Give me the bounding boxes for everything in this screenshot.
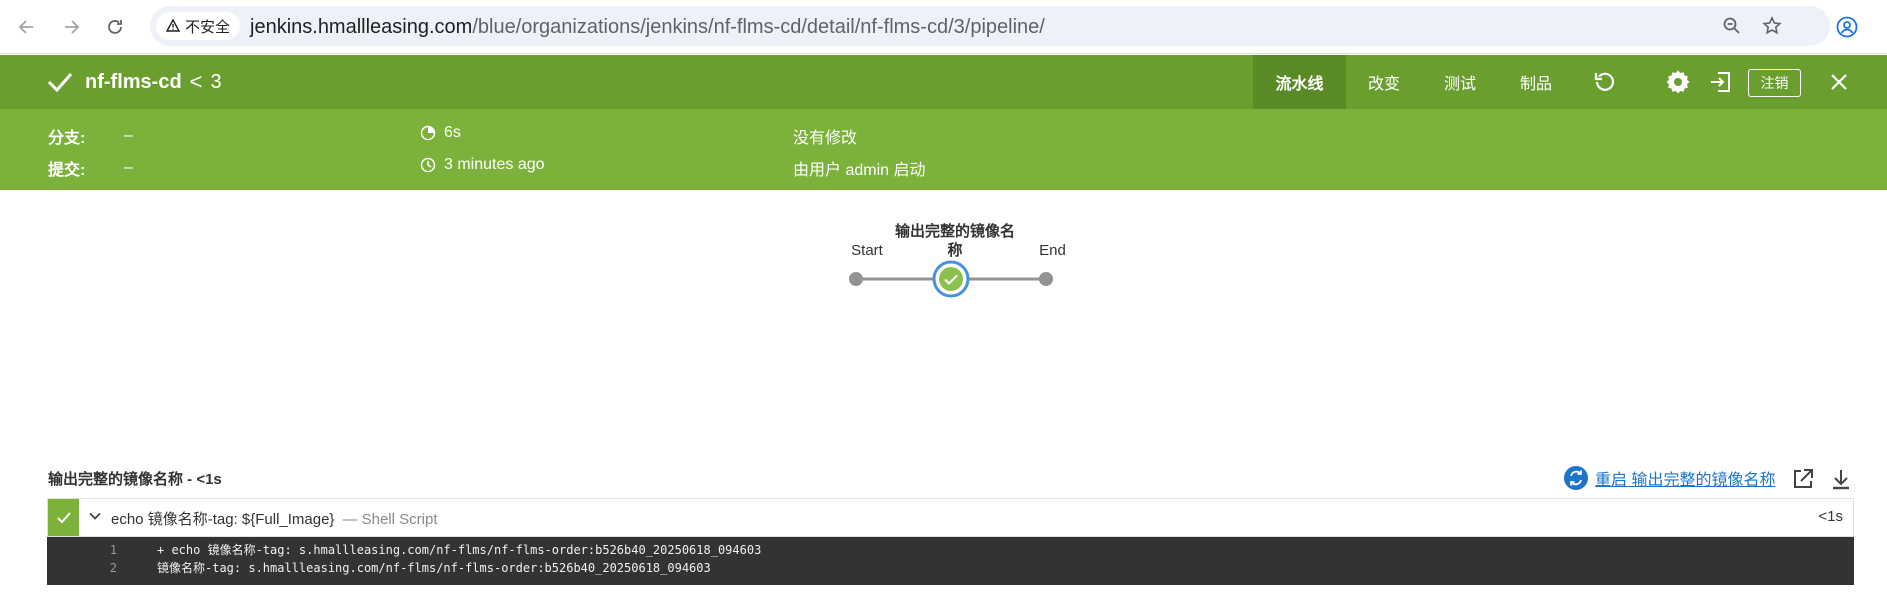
log-title: 输出完整的镜像名称 - <1s: [48, 471, 222, 488]
changes-info: 没有修改: [793, 130, 858, 147]
rerun-icon[interactable]: [1592, 69, 1618, 95]
branch-info: 分支: –: [48, 124, 133, 148]
open-new-window-icon[interactable]: [1790, 466, 1816, 492]
bookmark-star-icon[interactable]: [1760, 14, 1784, 38]
started-ago-value: 3 minutes ago: [444, 156, 545, 173]
stage-node-success[interactable]: [939, 267, 963, 291]
line-text: 镜像名称-tag: s.hmallleasing.com/nf-flms/nf-…: [157, 561, 711, 575]
console-output: 1 + echo 镜像名称-tag: s.hmallleasing.com/nf…: [47, 537, 1854, 585]
job-name[interactable]: nf-flms-cd: [85, 71, 182, 94]
duration-info: 6s: [420, 124, 461, 142]
start-node: [849, 272, 863, 286]
step-type: — Shell Script: [342, 511, 438, 528]
logout-button[interactable]: 注销: [1748, 69, 1801, 97]
step-command-text: echo 镜像名称-tag: ${Full_Image}: [111, 511, 335, 528]
url-host: jenkins.hmallleasing.com: [250, 16, 473, 38]
url-text[interactable]: jenkins.hmallleasing.com/blue/organizati…: [250, 16, 1045, 39]
started-info: 3 minutes ago: [420, 156, 545, 174]
commit-label: 提交:: [48, 162, 86, 179]
security-chip[interactable]: 不安全: [156, 12, 241, 40]
pipeline-graph: Start 输出完整的镜像名 称 End: [830, 220, 1066, 300]
run-tabs: 流水线 改变 测试 制品: [1253, 55, 1574, 109]
url-path: /blue/organizations/jenkins/nf-flms-cd/d…: [472, 16, 1045, 38]
exit-icon[interactable]: [1708, 69, 1734, 95]
clock-icon: [420, 157, 436, 173]
tab-changes[interactable]: 改变: [1346, 55, 1422, 109]
success-check-icon: [46, 69, 74, 100]
run-info-bar: 分支: – 提交: – 6s 3 minutes ago 没有修改 由用户 ad…: [0, 109, 1887, 190]
restart-stage-link[interactable]: 重启 输出完整的镜像名称: [1563, 465, 1775, 491]
line-number[interactable]: 2: [47, 559, 117, 577]
run-header: nf-flms-cd < 3 流水线 改变 测试 制品 注销: [0, 55, 1887, 109]
profile-icon[interactable]: [1832, 12, 1862, 42]
step-command: echo 镜像名称-tag: ${Full_Image} — Shell Scri…: [111, 508, 438, 529]
console-line: 1 + echo 镜像名称-tag: s.hmallleasing.com/nf…: [47, 541, 1854, 559]
back-icon[interactable]: [12, 12, 42, 42]
restart-label: 重启 输出完整的镜像名称: [1595, 472, 1776, 489]
gear-icon[interactable]: [1665, 69, 1691, 95]
timer-icon: [420, 125, 436, 141]
branch-label: 分支:: [48, 130, 86, 147]
step-duration: <1s: [1818, 508, 1843, 525]
restart-icon: [1564, 466, 1588, 490]
tab-pipeline[interactable]: 流水线: [1253, 55, 1346, 109]
line-number[interactable]: 1: [47, 541, 117, 559]
security-label: 不安全: [185, 18, 231, 36]
check-icon: [56, 511, 71, 523]
zoom-icon[interactable]: [1720, 14, 1744, 38]
started-by-info: 由用户 admin 启动: [793, 162, 926, 179]
run-separator: <: [189, 69, 203, 94]
run-title: nf-flms-cd < 3: [85, 69, 222, 95]
close-icon[interactable]: [1826, 69, 1852, 95]
forward-icon[interactable]: [56, 12, 86, 42]
pipeline-graph-svg: [849, 260, 1053, 298]
line-text: + echo 镜像名称-tag: s.hmallleasing.com/nf-f…: [157, 543, 762, 557]
step-success-status: [48, 499, 79, 536]
log-step-row[interactable]: echo 镜像名称-tag: ${Full_Image} — Shell Scri…: [47, 498, 1854, 537]
run-number: 3: [210, 70, 222, 93]
duration-value: 6s: [444, 124, 461, 141]
commit-info: 提交: –: [48, 156, 133, 180]
browser-toolbar: 不安全 jenkins.hmallleasing.com/blue/organi…: [0, 0, 1887, 54]
console-line: 2 镜像名称-tag: s.hmallleasing.com/nf-flms/n…: [47, 559, 1854, 577]
tab-tests[interactable]: 测试: [1422, 55, 1498, 109]
address-bar[interactable]: 不安全 jenkins.hmallleasing.com/blue/organi…: [150, 6, 1830, 46]
reload-icon[interactable]: [100, 12, 130, 42]
download-icon[interactable]: [1828, 466, 1854, 492]
tab-artifacts[interactable]: 制品: [1498, 55, 1574, 109]
end-node: [1039, 272, 1053, 286]
warning-icon: [166, 19, 180, 32]
commit-value: –: [124, 159, 133, 176]
chevron-down-icon[interactable]: [88, 509, 102, 528]
branch-value: –: [124, 127, 133, 144]
